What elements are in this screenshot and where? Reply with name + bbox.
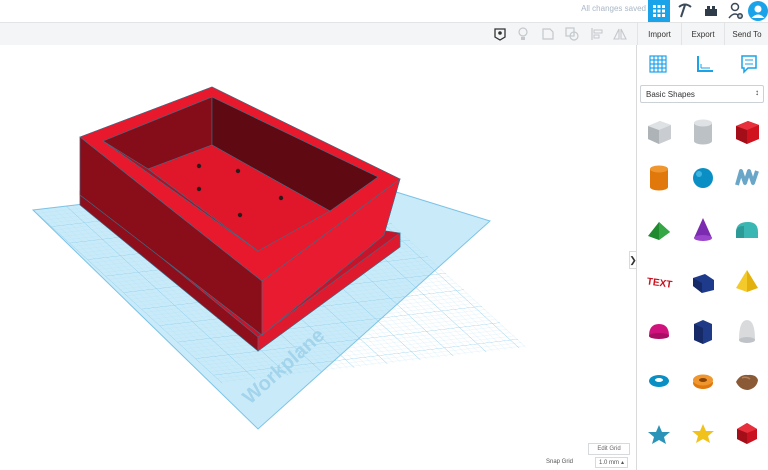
caret-icon: ▴ — [620, 460, 624, 466]
grid-view-icon[interactable] — [648, 0, 670, 22]
save-status: All changes saved — [581, 4, 646, 13]
sphere-icon[interactable] — [685, 160, 721, 196]
text-shape-icon[interactable]: TEXT — [641, 263, 677, 299]
cylinder-hole-icon[interactable] — [685, 114, 721, 150]
shape-library-value: Basic Shapes — [646, 89, 695, 99]
pickaxe-icon[interactable] — [674, 0, 696, 22]
svg-text:TEXT: TEXT — [646, 276, 673, 290]
roof-icon[interactable] — [641, 211, 677, 247]
round-roof-icon[interactable] — [729, 211, 765, 247]
snap-grid-select[interactable]: 1.0 mm ▴ — [595, 457, 628, 468]
light-bulb-icon[interactable] — [515, 26, 531, 42]
top-bar: All changes saved — [0, 0, 768, 22]
add-user-icon[interactable] — [726, 0, 746, 22]
shape-generator-icon[interactable] — [729, 363, 765, 399]
import-button[interactable]: Import — [637, 23, 681, 45]
torus-icon[interactable] — [641, 363, 677, 399]
ruler-tab-icon[interactable] — [692, 51, 718, 77]
tube-icon[interactable] — [685, 363, 721, 399]
brick-icon[interactable] — [700, 0, 722, 22]
pyramid-icon[interactable] — [729, 263, 765, 299]
updown-icon: ↕ — [755, 88, 759, 97]
user-avatar-icon[interactable] — [747, 0, 768, 22]
polygon-icon[interactable] — [685, 313, 721, 349]
snap-grid-label: Snap Grid — [546, 459, 574, 465]
note-icon[interactable] — [492, 26, 508, 42]
scribble-icon[interactable] — [729, 160, 765, 196]
icosahedron-icon[interactable] — [729, 415, 765, 451]
half-sphere-icon[interactable] — [641, 313, 677, 349]
box-hole-icon[interactable] — [641, 114, 677, 150]
cylinder-icon[interactable] — [641, 160, 677, 196]
cone-icon[interactable] — [685, 211, 721, 247]
group-icon[interactable] — [540, 26, 556, 42]
grid-tab-icon[interactable] — [645, 51, 671, 77]
ungroup-icon[interactable] — [564, 26, 580, 42]
star-icon[interactable] — [641, 415, 677, 451]
3d-viewport[interactable]: Workplane — [0, 45, 636, 470]
notes-tab-icon[interactable] — [736, 51, 762, 77]
shape-library-select[interactable]: Basic Shapes ↕ — [640, 85, 764, 103]
export-button[interactable]: Export — [681, 23, 724, 45]
half-cylinder-icon[interactable] — [685, 263, 721, 299]
send-to-button[interactable]: Send To — [724, 23, 768, 45]
paraboloid-icon[interactable] — [729, 313, 765, 349]
toolbar: Import Export Send To — [0, 22, 768, 46]
shapes-panel: Basic Shapes ↕ TEXT — [636, 45, 768, 470]
star-gold-icon[interactable] — [685, 415, 721, 451]
snap-grid-value: 1.0 mm — [599, 459, 620, 466]
box-icon[interactable] — [729, 114, 765, 150]
align-icon[interactable] — [589, 26, 605, 42]
mirror-icon[interactable] — [612, 26, 628, 42]
edit-grid-button[interactable]: Edit Grid — [588, 443, 630, 455]
